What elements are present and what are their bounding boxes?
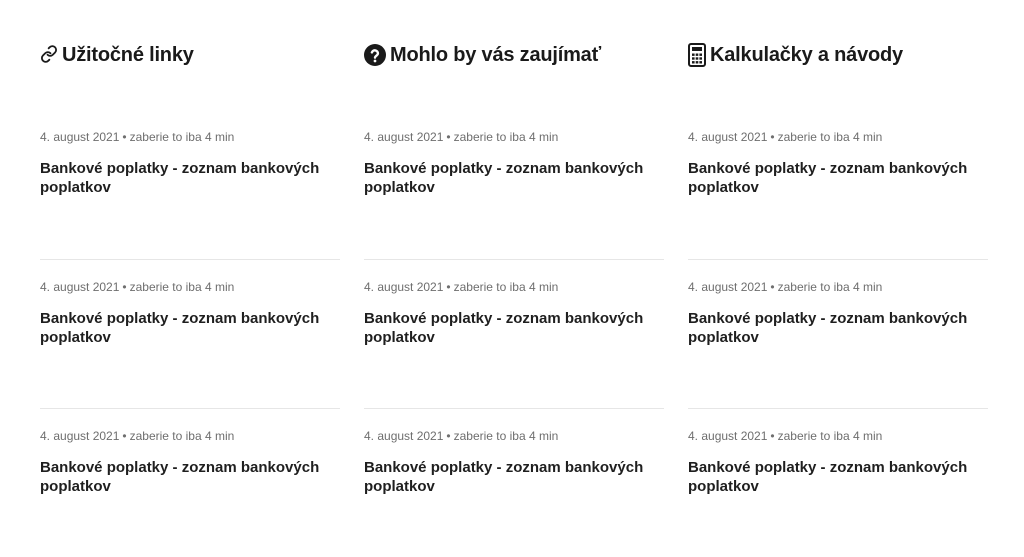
column-header: Kalkulačky a návody	[688, 0, 988, 110]
article-read-time: zaberie to iba 4 min	[777, 130, 883, 144]
meta-separator: •	[446, 429, 451, 443]
column-title: Užitočné linky	[62, 44, 194, 66]
column-title: Kalkulačky a návody	[710, 44, 903, 66]
column-header: Mohlo by vás zaujímať	[364, 0, 664, 110]
article-card: 4. august 2021 • zaberie to iba 4 min Bank…	[40, 110, 340, 259]
article-read-time: zaberie to iba 4 min	[777, 280, 883, 294]
meta-separator: •	[770, 280, 775, 294]
article-title-link[interactable]: Bankové poplatky - zoznam bankových popl…	[688, 309, 988, 347]
article-date: 4. august 2021	[688, 280, 768, 294]
article-date: 4. august 2021	[40, 280, 120, 294]
article-meta: 4. august 2021 • zaberie to iba 4 min	[40, 129, 340, 145]
article-read-time: zaberie to iba 4 min	[129, 130, 235, 144]
meta-separator: •	[770, 429, 775, 443]
article-meta: 4. august 2021 • zaberie to iba 4 min	[364, 428, 664, 444]
article-meta: 4. august 2021 • zaberie to iba 4 min	[364, 279, 664, 295]
question-circle-icon	[364, 44, 386, 66]
article-card: 4. august 2021 • zaberie to iba 4 min Bank…	[40, 408, 340, 557]
article-meta: 4. august 2021 • zaberie to iba 4 min	[688, 279, 988, 295]
article-card: 4. august 2021 • zaberie to iba 4 min Bank…	[688, 408, 988, 557]
article-read-time: zaberie to iba 4 min	[129, 429, 235, 443]
article-card: 4. august 2021 • zaberie to iba 4 min Bank…	[364, 259, 664, 408]
article-card: 4. august 2021 • zaberie to iba 4 min Bank…	[364, 408, 664, 557]
article-title-link[interactable]: Bankové poplatky - zoznam bankových popl…	[364, 309, 664, 347]
article-card: 4. august 2021 • zaberie to iba 4 min Bank…	[40, 259, 340, 408]
article-read-time: zaberie to iba 4 min	[129, 280, 235, 294]
article-date: 4. august 2021	[688, 130, 768, 144]
article-meta: 4. august 2021 • zaberie to iba 4 min	[688, 129, 988, 145]
calculator-icon	[688, 43, 706, 67]
article-card: 4. august 2021 • zaberie to iba 4 min Bank…	[364, 110, 664, 259]
article-meta: 4. august 2021 • zaberie to iba 4 min	[40, 279, 340, 295]
article-read-time: zaberie to iba 4 min	[453, 429, 559, 443]
meta-separator: •	[446, 280, 451, 294]
article-title-link[interactable]: Bankové poplatky - zoznam bankových popl…	[364, 458, 664, 496]
column-header: Užitočné linky	[40, 0, 340, 110]
article-meta: 4. august 2021 • zaberie to iba 4 min	[688, 428, 988, 444]
article-date: 4. august 2021	[364, 280, 444, 294]
meta-separator: •	[122, 429, 127, 443]
article-date: 4. august 2021	[40, 429, 120, 443]
article-card: 4. august 2021 • zaberie to iba 4 min Bank…	[688, 110, 988, 259]
meta-separator: •	[770, 130, 775, 144]
column-title: Mohlo by vás zaujímať	[390, 44, 601, 66]
article-date: 4. august 2021	[364, 429, 444, 443]
article-title-link[interactable]: Bankové poplatky - zoznam bankových popl…	[40, 159, 340, 197]
article-title-link[interactable]: Bankové poplatky - zoznam bankových popl…	[364, 159, 664, 197]
column-calculators-guides: Kalkulačky a návody 4. august 2021 • zaber…	[688, 0, 988, 557]
meta-separator: •	[122, 280, 127, 294]
article-title-link[interactable]: Bankové poplatky - zoznam bankových popl…	[688, 458, 988, 496]
column-useful-links: Užitočné linky 4. august 2021 • zaberie to…	[40, 0, 340, 557]
link-icon	[40, 45, 58, 63]
article-columns: Užitočné linky 4. august 2021 • zaberie to…	[40, 0, 988, 557]
article-date: 4. august 2021	[688, 429, 768, 443]
article-read-time: zaberie to iba 4 min	[777, 429, 883, 443]
article-date: 4. august 2021	[40, 130, 120, 144]
article-title-link[interactable]: Bankové poplatky - zoznam bankových popl…	[40, 309, 340, 347]
article-date: 4. august 2021	[364, 130, 444, 144]
meta-separator: •	[122, 130, 127, 144]
article-title-link[interactable]: Bankové poplatky - zoznam bankových popl…	[688, 159, 988, 197]
article-title-link[interactable]: Bankové poplatky - zoznam bankových popl…	[40, 458, 340, 496]
article-meta: 4. august 2021 • zaberie to iba 4 min	[40, 428, 340, 444]
column-might-interest-you: Mohlo by vás zaujímať 4. august 2021 • zab…	[364, 0, 664, 557]
article-card: 4. august 2021 • zaberie to iba 4 min Bank…	[688, 259, 988, 408]
article-meta: 4. august 2021 • zaberie to iba 4 min	[364, 129, 664, 145]
article-read-time: zaberie to iba 4 min	[453, 130, 559, 144]
meta-separator: •	[446, 130, 451, 144]
article-read-time: zaberie to iba 4 min	[453, 280, 559, 294]
